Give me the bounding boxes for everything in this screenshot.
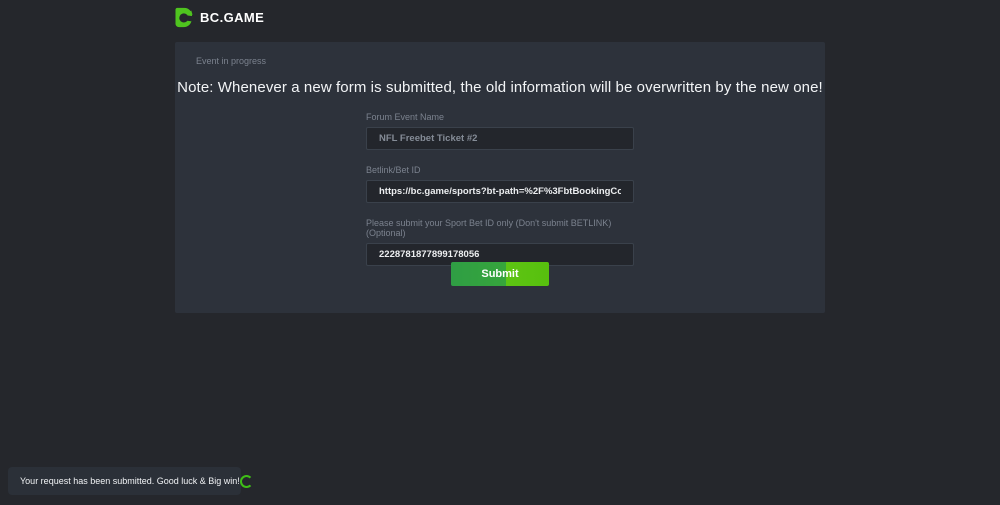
- bc-game-logo[interactable]: BC.GAME: [172, 7, 264, 28]
- field-group-sport-bet-id: Please submit your Sport Bet ID only (Do…: [366, 218, 634, 266]
- loading-spinner-icon: [240, 475, 253, 488]
- bc-game-logo-text: BC.GAME: [200, 10, 264, 25]
- event-form: Forum Event Name Betlink/Bet ID Please s…: [366, 112, 634, 281]
- field-group-forum-event-name: Forum Event Name: [366, 112, 634, 150]
- sport-bet-id-label: Please submit your Sport Bet ID only (Do…: [366, 218, 634, 238]
- betlink-input[interactable]: [366, 180, 634, 203]
- forum-event-name-input[interactable]: [366, 127, 634, 150]
- toast-notification: Your request has been submitted. Good lu…: [8, 467, 241, 495]
- forum-event-name-label: Forum Event Name: [366, 112, 634, 122]
- submit-button[interactable]: Submit: [451, 262, 549, 286]
- event-status-label: Event in progress: [196, 56, 266, 66]
- betlink-label: Betlink/Bet ID: [366, 165, 634, 175]
- toast-message: Your request has been submitted. Good lu…: [20, 476, 240, 486]
- overwrite-note: Note: Whenever a new form is submitted, …: [175, 79, 825, 96]
- bc-game-logo-icon: [172, 7, 193, 28]
- event-form-panel: Event in progress Note: Whenever a new f…: [175, 42, 825, 313]
- field-group-betlink: Betlink/Bet ID: [366, 165, 634, 203]
